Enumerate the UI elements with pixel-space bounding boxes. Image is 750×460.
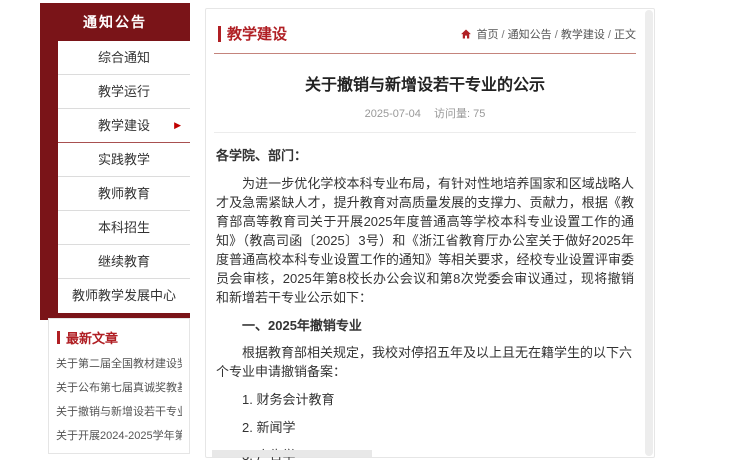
article-title: 关于撤销与新增设若干专业的公示 — [304, 77, 545, 94]
active-arrow-icon: ▶ — [174, 120, 181, 130]
sidebar-menu-item[interactable]: 教学建设 ▶ — [58, 109, 190, 143]
breadcrumb: 首页 / 通知公告 / 教学建设 / 正文 — [460, 26, 636, 42]
article-panel: 教学建设 首页 / 通知公告 / 教学建设 / 正文 关于撤销与新增设若干专业的… — [205, 8, 655, 460]
breadcrumb-items: 首页 / 通知公告 / 教学建设 / 正文 — [476, 26, 636, 42]
sidebar-menu-item[interactable]: 教师教学发展中心 — [58, 279, 190, 313]
sidebar-title: 通知公告 — [83, 14, 147, 30]
page-section-title: 教学建设 — [227, 26, 288, 43]
latest-articles-card: 最新文章 关于第二届全国教材建设奖申报教...关于公布第七届真诚奖教基金评选..… — [48, 318, 190, 454]
latest-article-link[interactable]: 关于开展2024-2025学年第二学... — [56, 424, 182, 448]
article-meta: 2025-07-04 访问量: 75 — [214, 105, 636, 121]
red-bar-icon — [218, 25, 221, 42]
article-salutation: 各学院、部门： — [216, 148, 308, 163]
article-views: 访问量: 75 — [433, 108, 486, 120]
clipped-next-line — [212, 450, 372, 457]
section1-heading: 一、2025年撤销专业 — [242, 318, 362, 333]
sidebar-menu-item[interactable]: 教师教育 — [58, 177, 190, 211]
red-bar-icon — [57, 331, 60, 344]
meta-divider — [214, 132, 636, 133]
breadcrumb-item[interactable]: 首页 — [476, 29, 498, 41]
revoked-major-item: 1. 财务会计教育 — [242, 392, 335, 407]
scrollbar[interactable] — [645, 10, 653, 456]
notice-sidebar: 通知公告 综合通知 教学运行 教学建设 ▶ 实践教学 教师教育 本科招生 继续教育 教师教学发展… — [40, 3, 190, 320]
revoked-major-item: 2. 新闻学 — [242, 420, 296, 435]
breadcrumb-separator: / — [498, 28, 508, 41]
article-body: 各学院、部门： 为进一步优化学校本科专业布局，有针对性地培养国家和区域战略人才及… — [214, 146, 636, 460]
latest-articles-header: 最新文章 — [49, 319, 189, 350]
sidebar-menu: 综合通知 教学运行 教学建设 ▶ 实践教学 教师教育 本科招生 继续教育 教师教学发展中心 — [58, 41, 190, 313]
latest-article-link[interactable]: 宁波大学2025年应届本科毕业生... — [56, 448, 182, 453]
sidebar-menu-item[interactable]: 本科招生 — [58, 211, 190, 245]
breadcrumb-item[interactable]: 教学建设 — [561, 29, 605, 41]
sidebar-menu-item[interactable]: 实践教学 — [58, 143, 190, 177]
home-icon — [460, 28, 472, 40]
latest-article-link[interactable]: 关于撤销与新增设若干专业的公示 — [56, 400, 182, 424]
sidebar-menu-item[interactable]: 综合通知 — [58, 41, 190, 75]
latest-articles-title: 最新文章 — [66, 331, 119, 346]
article-panel-header: 教学建设 首页 / 通知公告 / 教学建设 / 正文 — [214, 17, 636, 46]
breadcrumb-separator: / — [551, 28, 561, 41]
article-paragraph: 为进一步优化学校本科专业布局，有针对性地培养国家和区域战略人才及急需紧缺人才，提… — [216, 176, 634, 305]
header-divider — [214, 53, 636, 54]
breadcrumb-item[interactable]: 通知公告 — [508, 29, 552, 41]
breadcrumb-item: 正文 — [614, 28, 636, 41]
latest-article-link[interactable]: 关于公布第七届真诚奖教基金评选... — [56, 376, 182, 400]
breadcrumb-separator: / — [604, 28, 614, 41]
latest-article-link[interactable]: 关于第二届全国教材建设奖申报教... — [56, 352, 182, 376]
article-date: 2025-07-04 — [364, 108, 421, 120]
section1-intro: 根据教育部相关规定，我校对停招五年及以上且无在籍学生的以下六个专业申请撤销备案： — [216, 345, 633, 379]
latest-articles-list: 关于第二届全国教材建设奖申报教...关于公布第七届真诚奖教基金评选...关于撤销… — [49, 350, 189, 453]
sidebar-menu-item[interactable]: 教学运行 — [58, 75, 190, 109]
sidebar-menu-item[interactable]: 继续教育 — [58, 245, 190, 279]
